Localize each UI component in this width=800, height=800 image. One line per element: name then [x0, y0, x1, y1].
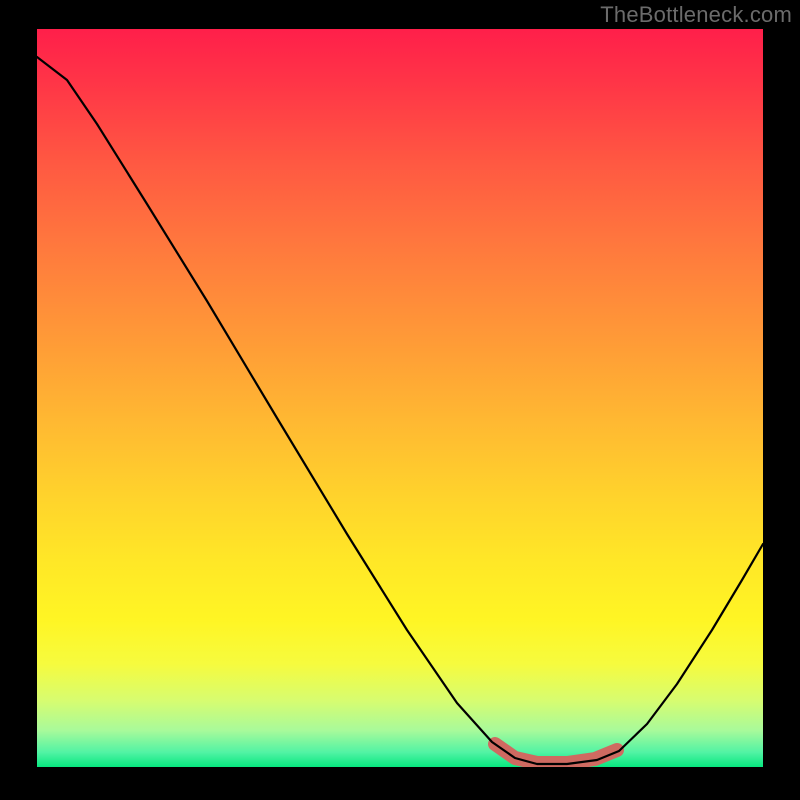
chart-frame: TheBottleneck.com — [0, 0, 800, 800]
watermark-text: TheBottleneck.com — [600, 2, 792, 28]
curve-svg — [37, 29, 763, 767]
main-curve — [37, 57, 763, 764]
plot-area — [37, 29, 763, 767]
